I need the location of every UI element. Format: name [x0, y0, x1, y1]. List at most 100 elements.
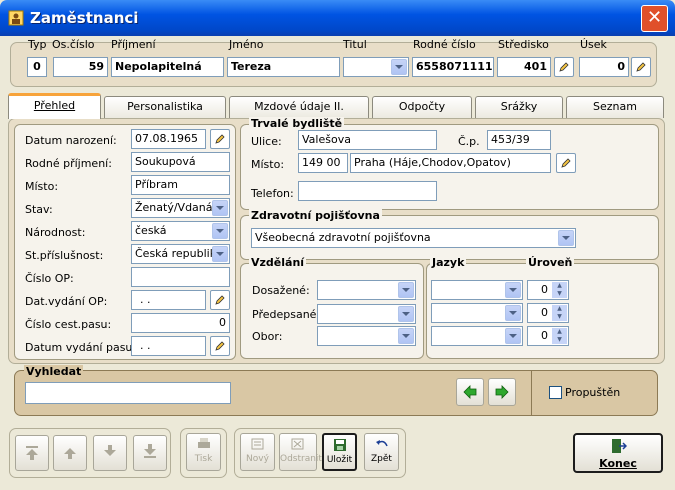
datum-vydani-pasu-label: Datum vydání pasu:: [25, 341, 137, 354]
tab-prehled[interactable]: Přehled: [8, 93, 101, 119]
chevron-down-icon[interactable]: [505, 282, 521, 298]
stredisko-edit-button[interactable]: [554, 57, 574, 77]
usek-field[interactable]: 0: [579, 57, 629, 77]
datum-narozeni-field[interactable]: 07.08.1965: [131, 129, 206, 149]
chevron-down-icon[interactable]: [212, 200, 228, 216]
jmeno-field[interactable]: Tereza: [227, 57, 340, 77]
ulice-field[interactable]: Valešova: [298, 130, 437, 150]
obec-edit-button[interactable]: [556, 153, 576, 173]
chevron-down-icon[interactable]: [505, 305, 521, 321]
psc-field[interactable]: 149 00: [298, 153, 348, 173]
app-icon: [8, 10, 24, 26]
language-select-2[interactable]: [431, 303, 523, 323]
chevron-down-icon[interactable]: [398, 328, 414, 344]
print-button[interactable]: Tisk: [186, 433, 221, 471]
tab-personalistika[interactable]: Personalistika: [104, 96, 226, 118]
chevron-down-icon[interactable]: [505, 328, 521, 344]
rodne-prijmeni-field[interactable]: Soukupová: [131, 152, 230, 172]
prev-button[interactable]: [53, 435, 87, 471]
rodne-prijmeni-label: Rodné příjmení:: [25, 157, 112, 170]
cislo-op-label: Číslo OP:: [25, 272, 74, 285]
undo-button[interactable]: Zpět: [364, 433, 399, 471]
cp-field[interactable]: 453/39: [487, 130, 551, 150]
new-record-icon: [251, 438, 263, 450]
misto-field[interactable]: Příbram: [131, 175, 230, 195]
next-button[interactable]: [93, 435, 127, 471]
language-select-1[interactable]: [431, 280, 523, 300]
st-prislusnost-select[interactable]: Česká republika: [131, 244, 230, 264]
misto-adresa-label: Místo:: [251, 158, 285, 171]
chevron-down-icon[interactable]: [398, 306, 414, 322]
typ-field[interactable]: 0: [27, 57, 47, 77]
chevron-down-icon[interactable]: [212, 246, 228, 262]
datum-vydani-pasu-edit-button[interactable]: [210, 336, 230, 356]
cislo-pasu-field[interactable]: 0: [131, 313, 230, 333]
next-record-button[interactable]: [488, 378, 516, 406]
search-input[interactable]: [25, 382, 231, 404]
prijmeni-field[interactable]: Nepolapitelná: [111, 57, 224, 77]
tab-seznam[interactable]: Seznam: [566, 96, 664, 118]
obec-field[interactable]: Praha (Háje,Chodov,Opatov): [350, 153, 551, 173]
dat-vydani-op-field[interactable]: . .: [131, 290, 206, 310]
pencil-icon: [561, 158, 571, 168]
last-record-button[interactable]: [133, 435, 167, 471]
chevron-down-icon[interactable]: [391, 59, 407, 75]
pencil-icon: [559, 62, 569, 72]
cislo-op-field[interactable]: [131, 267, 230, 287]
pencil-icon: [215, 295, 225, 305]
stav-select[interactable]: Ženatý/Vdaná: [131, 198, 230, 218]
spin-arrows-icon[interactable]: ▲ ▼: [552, 282, 567, 298]
chevron-down-icon[interactable]: [212, 223, 228, 239]
arrow-last-icon: [144, 444, 156, 458]
level-stepper-3[interactable]: 0 ▲ ▼: [527, 326, 569, 346]
ulice-label: Ulice:: [251, 135, 282, 148]
spin-arrows-icon[interactable]: ▲ ▼: [552, 328, 567, 344]
dat-vydani-op-label: Dat.vydání OP:: [25, 295, 108, 308]
dat-vydani-op-edit-button[interactable]: [210, 290, 230, 310]
close-button[interactable]: ✕: [641, 5, 668, 32]
first-record-button[interactable]: [15, 435, 49, 471]
dosazene-select[interactable]: [317, 280, 416, 300]
window-title: Zaměstnanci: [30, 9, 139, 27]
os-cislo-label: Os.číslo: [52, 38, 95, 51]
stredisko-field[interactable]: 401: [497, 57, 551, 77]
pencil-icon: [215, 134, 225, 144]
telefon-field[interactable]: [298, 181, 437, 201]
narodnost-label: Národnost:: [25, 226, 86, 239]
datum-vydani-pasu-field[interactable]: . .: [131, 336, 206, 356]
chevron-down-icon[interactable]: [398, 282, 414, 298]
rodne-cislo-field[interactable]: 6558071111: [412, 57, 494, 77]
chevron-down-icon[interactable]: [558, 230, 574, 246]
typ-label: Typ: [28, 38, 47, 51]
level-stepper-2[interactable]: 0 ▲ ▼: [527, 303, 569, 323]
tab-mzdove-udaje[interactable]: Mzdové údaje II.: [229, 96, 369, 118]
save-button[interactable]: Uložit: [322, 433, 357, 471]
rodne-cislo-label: Rodné číslo: [413, 38, 476, 51]
prev-record-button[interactable]: [456, 378, 484, 406]
obor-label: Obor:: [252, 330, 283, 343]
stav-label: Stav:: [25, 203, 53, 216]
propusten-checkbox[interactable]: [549, 386, 562, 399]
obor-select[interactable]: [317, 326, 416, 346]
os-cislo-field[interactable]: 59: [53, 57, 108, 77]
predepsane-label: Předepsané:: [252, 308, 321, 321]
level-title: Úroveň: [526, 256, 575, 269]
insurance-title: Zdravotní pojišťovna: [249, 209, 382, 222]
arrow-first-icon: [26, 446, 38, 460]
datum-narozeni-edit-button[interactable]: [210, 129, 230, 149]
level-stepper-1[interactable]: 0 ▲ ▼: [527, 280, 569, 300]
telefon-label: Telefon:: [251, 187, 294, 200]
language-select-3[interactable]: [431, 326, 523, 346]
exit-button[interactable]: Konec: [573, 433, 663, 473]
undo-icon: [375, 440, 388, 447]
insurance-select[interactable]: Všeobecná zdravotní pojišťovna: [251, 228, 576, 248]
predepsane-select[interactable]: [317, 304, 416, 324]
usek-edit-button[interactable]: [631, 57, 651, 77]
spin-arrows-icon[interactable]: ▲ ▼: [552, 305, 567, 321]
narodnost-select[interactable]: česká: [131, 221, 230, 241]
tab-srazky[interactable]: Srážky: [475, 96, 563, 118]
titul-select[interactable]: [343, 57, 409, 77]
tab-odpocty[interactable]: Odpočty: [372, 96, 472, 118]
new-button[interactable]: Nový: [240, 433, 275, 471]
delete-button[interactable]: Odstranit: [279, 433, 322, 471]
